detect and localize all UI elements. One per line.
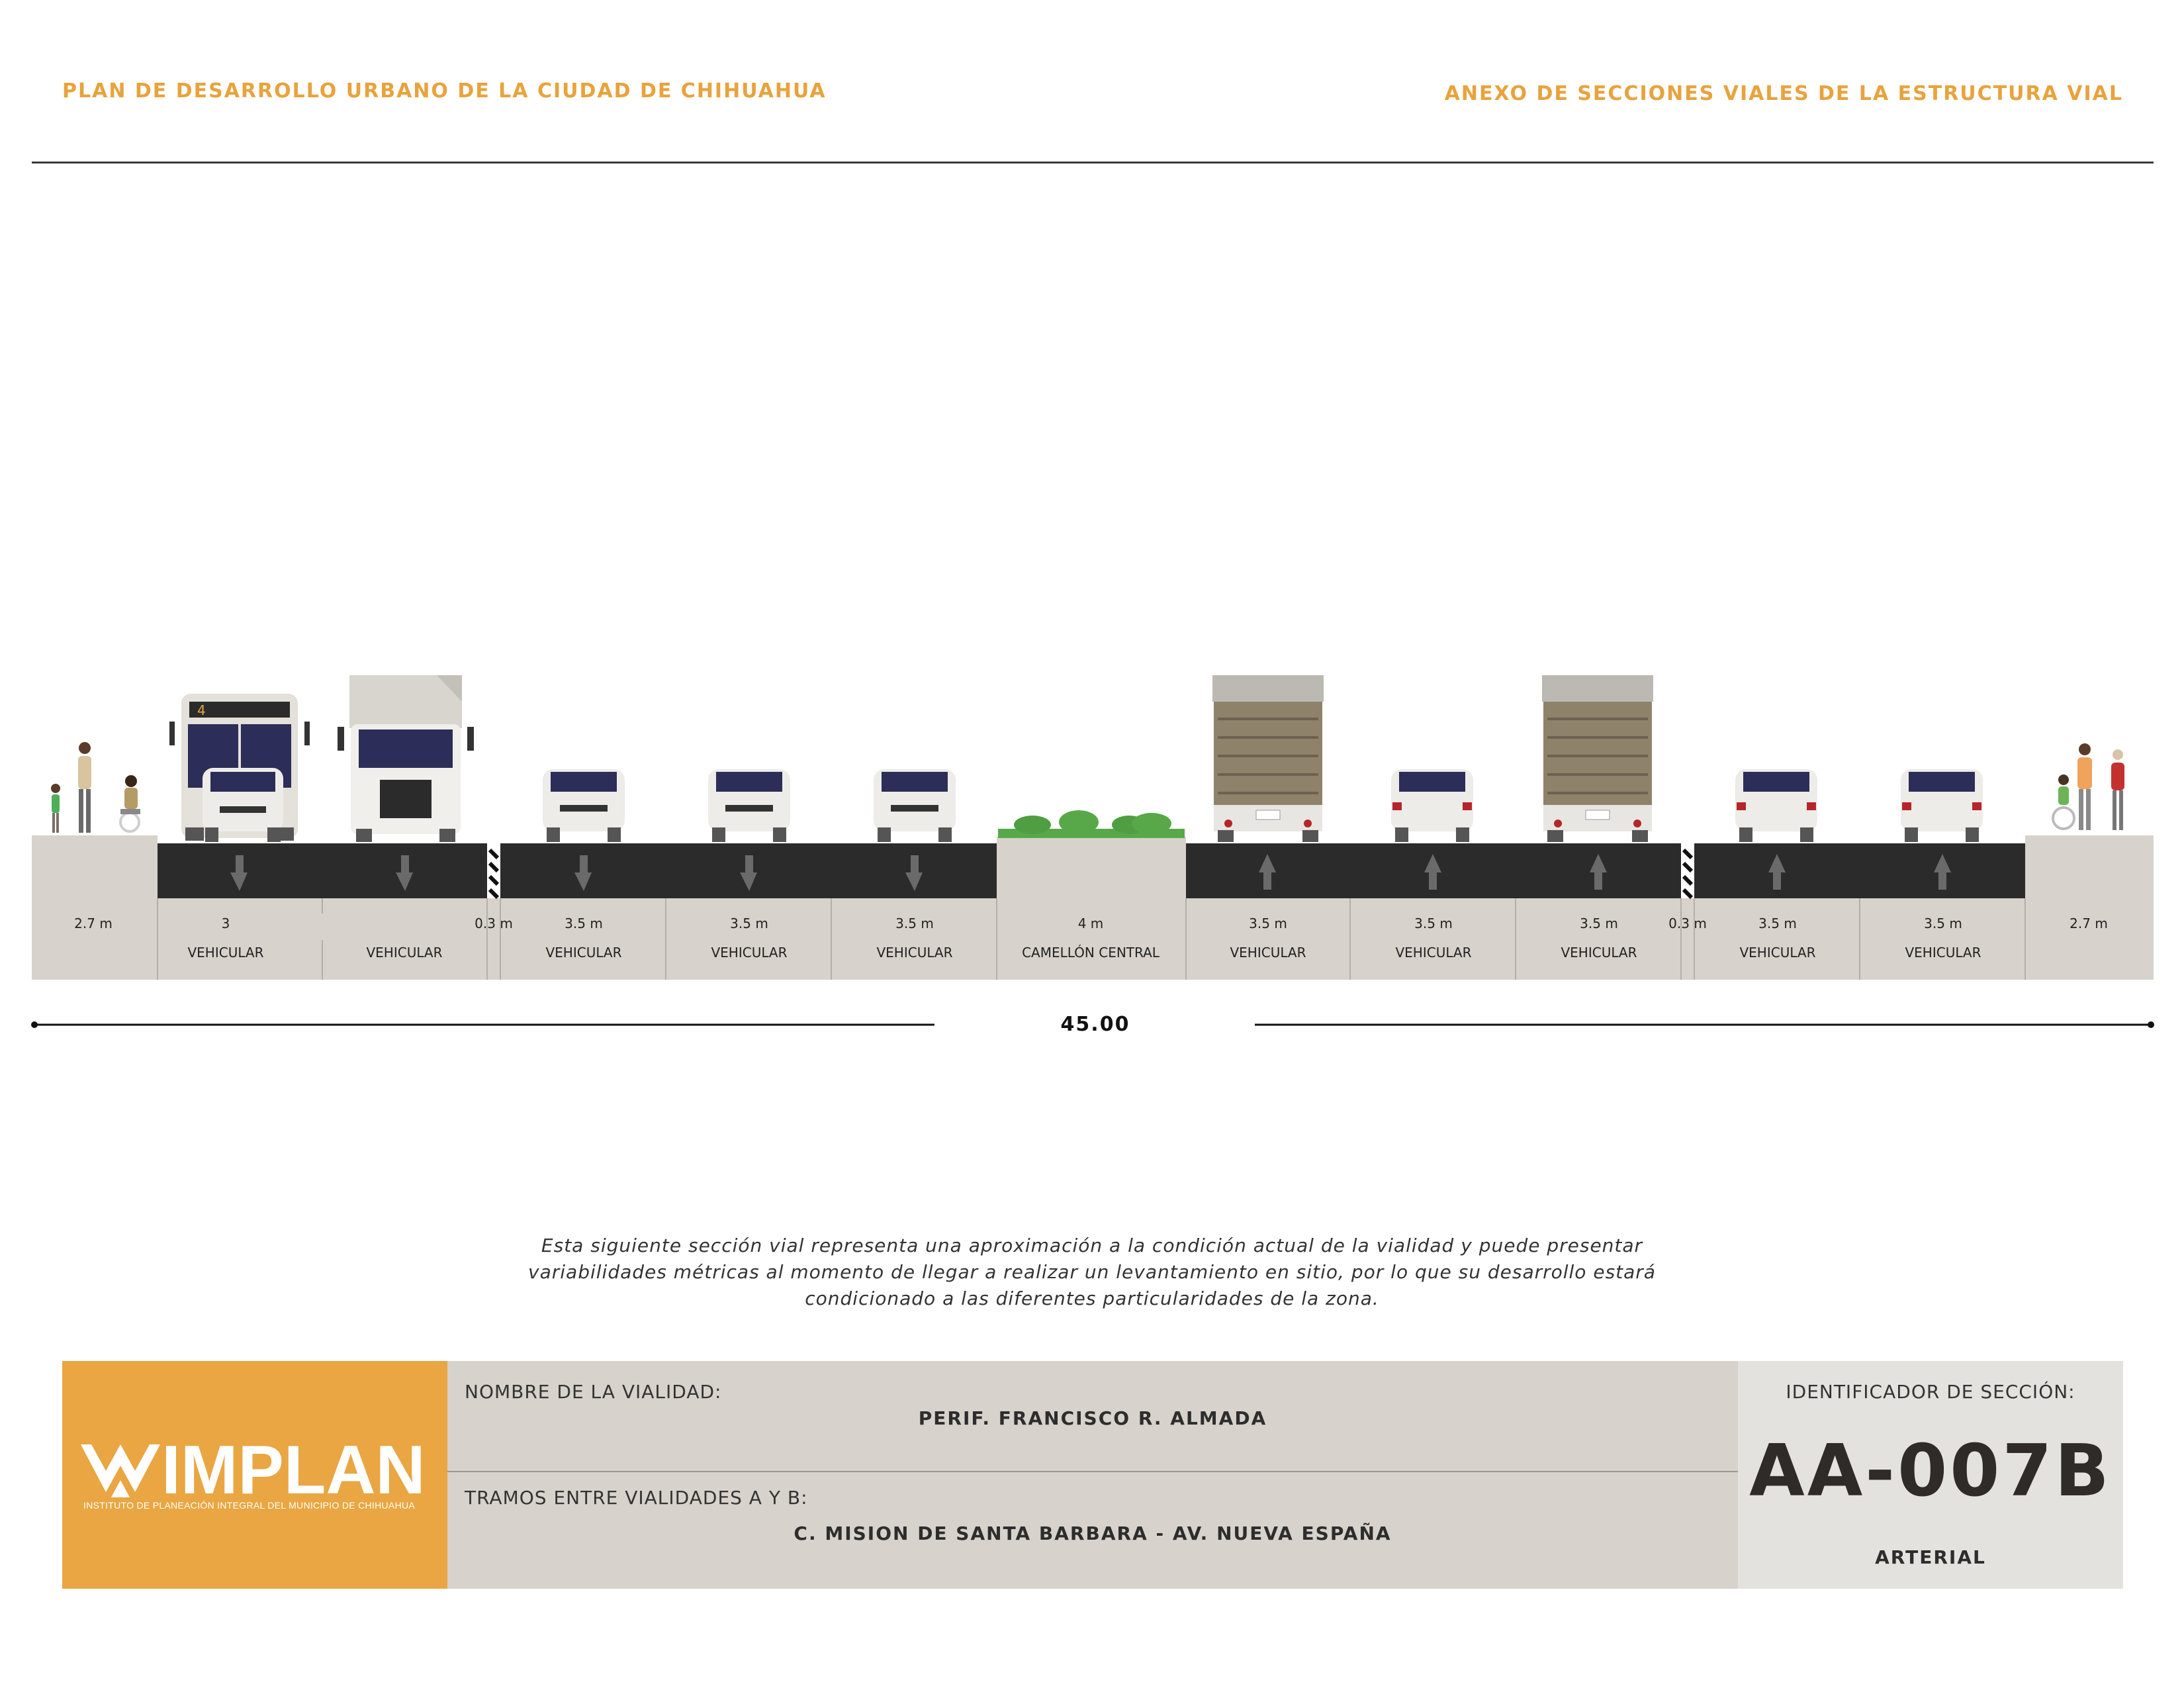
- segment-use-label: VEHICULAR: [366, 945, 442, 961]
- segment-use-label: VEHICULAR: [187, 945, 263, 961]
- sidewalk-right: [2025, 835, 2154, 980]
- bus-route-number: 4: [197, 702, 206, 718]
- pedestrians-left: [51, 742, 140, 833]
- tramos-value: C. MISION DE SANTA BARBARA - AV. NUEVA E…: [794, 1523, 1392, 1544]
- segment-use-label: VEHICULAR: [711, 945, 787, 961]
- car-icon: [874, 769, 956, 842]
- note-line: condicionado a las diferentes particular…: [805, 1288, 1379, 1309]
- panel-divider: [447, 1471, 1738, 1472]
- note-line: Esta siguiente sección vial representa u…: [541, 1235, 1643, 1256]
- roadway-west: [158, 843, 997, 898]
- logo-wordmark: IMPLAN: [161, 1432, 426, 1509]
- segment-width-label: 3.5 m: [730, 915, 768, 931]
- cyclist-icon: [2052, 774, 2075, 830]
- lower-band: [158, 898, 2025, 980]
- segment-use-label: VEHICULAR: [1230, 945, 1306, 961]
- road-name-value: PERIF. FRANCISCO R. ALMADA: [918, 1407, 1267, 1429]
- car-rear-icon: [1735, 769, 1817, 842]
- segment-width-label: 3: [222, 915, 230, 931]
- pedestrian-child-icon: [51, 784, 60, 833]
- section-id-label: IDENTIFICADOR DE SECCIÓN:: [1786, 1381, 2075, 1403]
- median: [997, 837, 1186, 898]
- sidewalk-left: [32, 835, 158, 980]
- segment-width-label: 3.5 m: [895, 915, 934, 931]
- segment-width-label: 3.5 m: [1249, 915, 1287, 931]
- truck-rear-icon: [1212, 675, 1324, 842]
- segment-width-label: 3.5 m: [565, 915, 603, 931]
- car-icon: [543, 769, 625, 842]
- segment-use-label: VEHICULAR: [1561, 945, 1637, 961]
- pedestrian-adult-icon: [78, 742, 91, 833]
- pedestrian-adult-icon: [2077, 743, 2092, 830]
- truck-rear-icon: [1542, 675, 1653, 842]
- segment-use-label: VEHICULAR: [545, 945, 621, 961]
- segment-width-label: 3.5 m: [1414, 915, 1453, 931]
- road-classification: ARTERIAL: [1875, 1546, 1986, 1568]
- total-width: 45.00: [1060, 1013, 1130, 1036]
- dimension-end-dot: [2148, 1021, 2154, 1028]
- logo-subtitle: INSTITUTO DE PLANEACIÓN INTEGRAL DEL MUN…: [83, 1500, 416, 1511]
- car-rear-icon: [1901, 769, 1983, 842]
- truck-front-icon: [338, 675, 474, 842]
- wheelchair-user-icon: [119, 775, 140, 833]
- segment-width-label: 3.5 m: [1580, 915, 1618, 931]
- segment-width-label: 2.7 m: [2070, 915, 2108, 931]
- car-icon: [708, 769, 790, 842]
- segment-width-label: 3.5 m: [1758, 915, 1797, 931]
- pedestrians-right: [2052, 743, 2124, 830]
- segment-use-label: VEHICULAR: [1739, 945, 1815, 961]
- dimension-end-dot: [31, 1021, 38, 1028]
- note-line: variabilidades métricas al momento de ll…: [528, 1261, 1656, 1283]
- segment-use-label: VEHICULAR: [1395, 945, 1471, 961]
- car-icon: [203, 768, 283, 842]
- segment-use-label: VEHICULAR: [1905, 945, 1981, 961]
- segment-width-label: 0.3 m: [475, 915, 513, 931]
- pedestrian-adult-icon: [2111, 749, 2124, 830]
- median-vegetation: [998, 810, 1185, 838]
- segment-width-label: 3.5 m: [1924, 915, 1962, 931]
- segment-width-label: 2.7 m: [74, 915, 113, 931]
- tramos-label: TRAMOS ENTRE VIALIDADES A Y B:: [465, 1487, 808, 1509]
- disclaimer-note: Esta siguiente sección vial representa u…: [516, 1233, 1668, 1312]
- logo-panel: IMPLAN INSTITUTO DE PLANEACIÓN INTEGRAL …: [62, 1361, 447, 1589]
- car-rear-icon: [1391, 769, 1473, 842]
- segment-width-label: 0.3 m: [1668, 915, 1707, 931]
- segment-width-label: 4 m: [1078, 915, 1104, 931]
- segment-use-label: CAMELLÓN CENTRAL: [1022, 945, 1160, 961]
- section-id-value: AA-007B: [1749, 1430, 2112, 1513]
- segment-use-label: VEHICULAR: [876, 945, 952, 961]
- road-name-label: NOMBRE DE LA VIALIDAD:: [465, 1381, 722, 1403]
